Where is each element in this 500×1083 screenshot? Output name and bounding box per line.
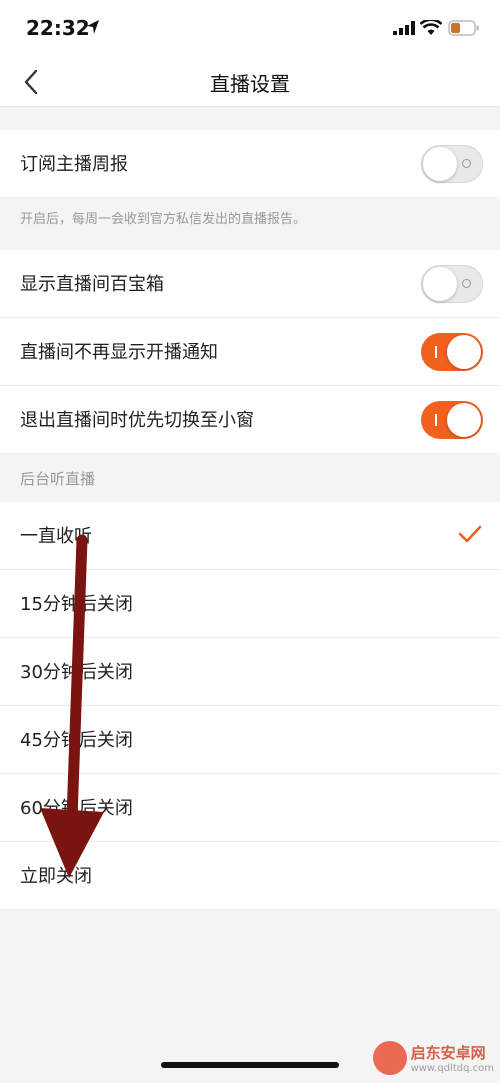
watermark-logo-icon [372,1041,407,1075]
setting-row-treasure-box: 显示直播间百宝箱 [0,250,500,318]
setting-label: 退出直播间时优先切换至小窗 [20,410,254,431]
background-listen-header: 后台听直播 [20,470,96,488]
toggle-knob [423,267,457,301]
mini-window-toggle[interactable] [421,401,483,439]
setting-row-switch-to-mini-window: 退出直播间时优先切换至小窗 [0,386,500,453]
option-label: 立即关闭 [20,866,92,887]
watermark: 启东安卓网 www.qdltdq.com [372,1041,494,1075]
page-title: 直播设置 [210,72,290,96]
toggle-knob [447,403,481,437]
toggle-knob [447,335,481,369]
cellular-signal-icon [393,21,415,35]
status-bar: 22:32 [0,0,500,60]
setting-row-weekly-report: 订阅主播周报 [0,130,500,197]
location-arrow-icon [87,20,99,34]
display-settings-section: 显示直播间百宝箱 直播间不再显示开播通知 退出直播间时优先切换至小窗 [0,250,500,453]
option-label: 45分钟后关闭 [20,730,133,751]
toggle-off-indicator [462,279,471,288]
home-indicator [161,1062,339,1068]
option-row[interactable]: 一直收听 [0,502,500,570]
weekly-report-hint: 开启后，每周一会收到官方私信发出的直播报告。 [20,212,307,227]
setting-label: 订阅主播周报 [20,154,128,175]
option-row[interactable]: 立即关闭 [0,842,500,909]
setting-label: 直播间不再显示开播通知 [20,342,218,363]
weekly-report-section: 订阅主播周报 [0,130,500,197]
hide-live-notice-toggle[interactable] [421,333,483,371]
watermark-url: www.qdltdq.com [410,1063,494,1074]
battery-icon [448,20,479,36]
toggle-knob [423,147,457,181]
watermark-name: 启东安卓网 [410,1044,486,1062]
toggle-on-indicator [435,414,437,426]
wifi-icon [420,20,442,35]
option-row[interactable]: 60分钟后关闭 [0,774,500,842]
toggle-off-indicator [462,159,471,168]
status-time: 22:32 [26,16,90,40]
option-row[interactable]: 30分钟后关闭 [0,638,500,706]
setting-label: 显示直播间百宝箱 [20,274,164,295]
option-label: 15分钟后关闭 [20,594,133,615]
option-label: 30分钟后关闭 [20,662,133,683]
toggle-on-indicator [435,346,437,358]
weekly-report-toggle[interactable] [421,145,483,183]
background-listen-options: 一直收听 15分钟后关闭 30分钟后关闭 45分钟后关闭 60分钟后关闭 立即关… [0,502,500,909]
option-label: 一直收听 [20,526,92,547]
navigation-bar: 直播设置 [0,60,500,107]
option-row[interactable]: 15分钟后关闭 [0,570,500,638]
option-row[interactable]: 45分钟后关闭 [0,706,500,774]
option-label: 60分钟后关闭 [20,798,133,819]
checkmark-icon [458,525,482,543]
treasure-box-toggle[interactable] [421,265,483,303]
setting-row-hide-live-notice: 直播间不再显示开播通知 [0,318,500,386]
